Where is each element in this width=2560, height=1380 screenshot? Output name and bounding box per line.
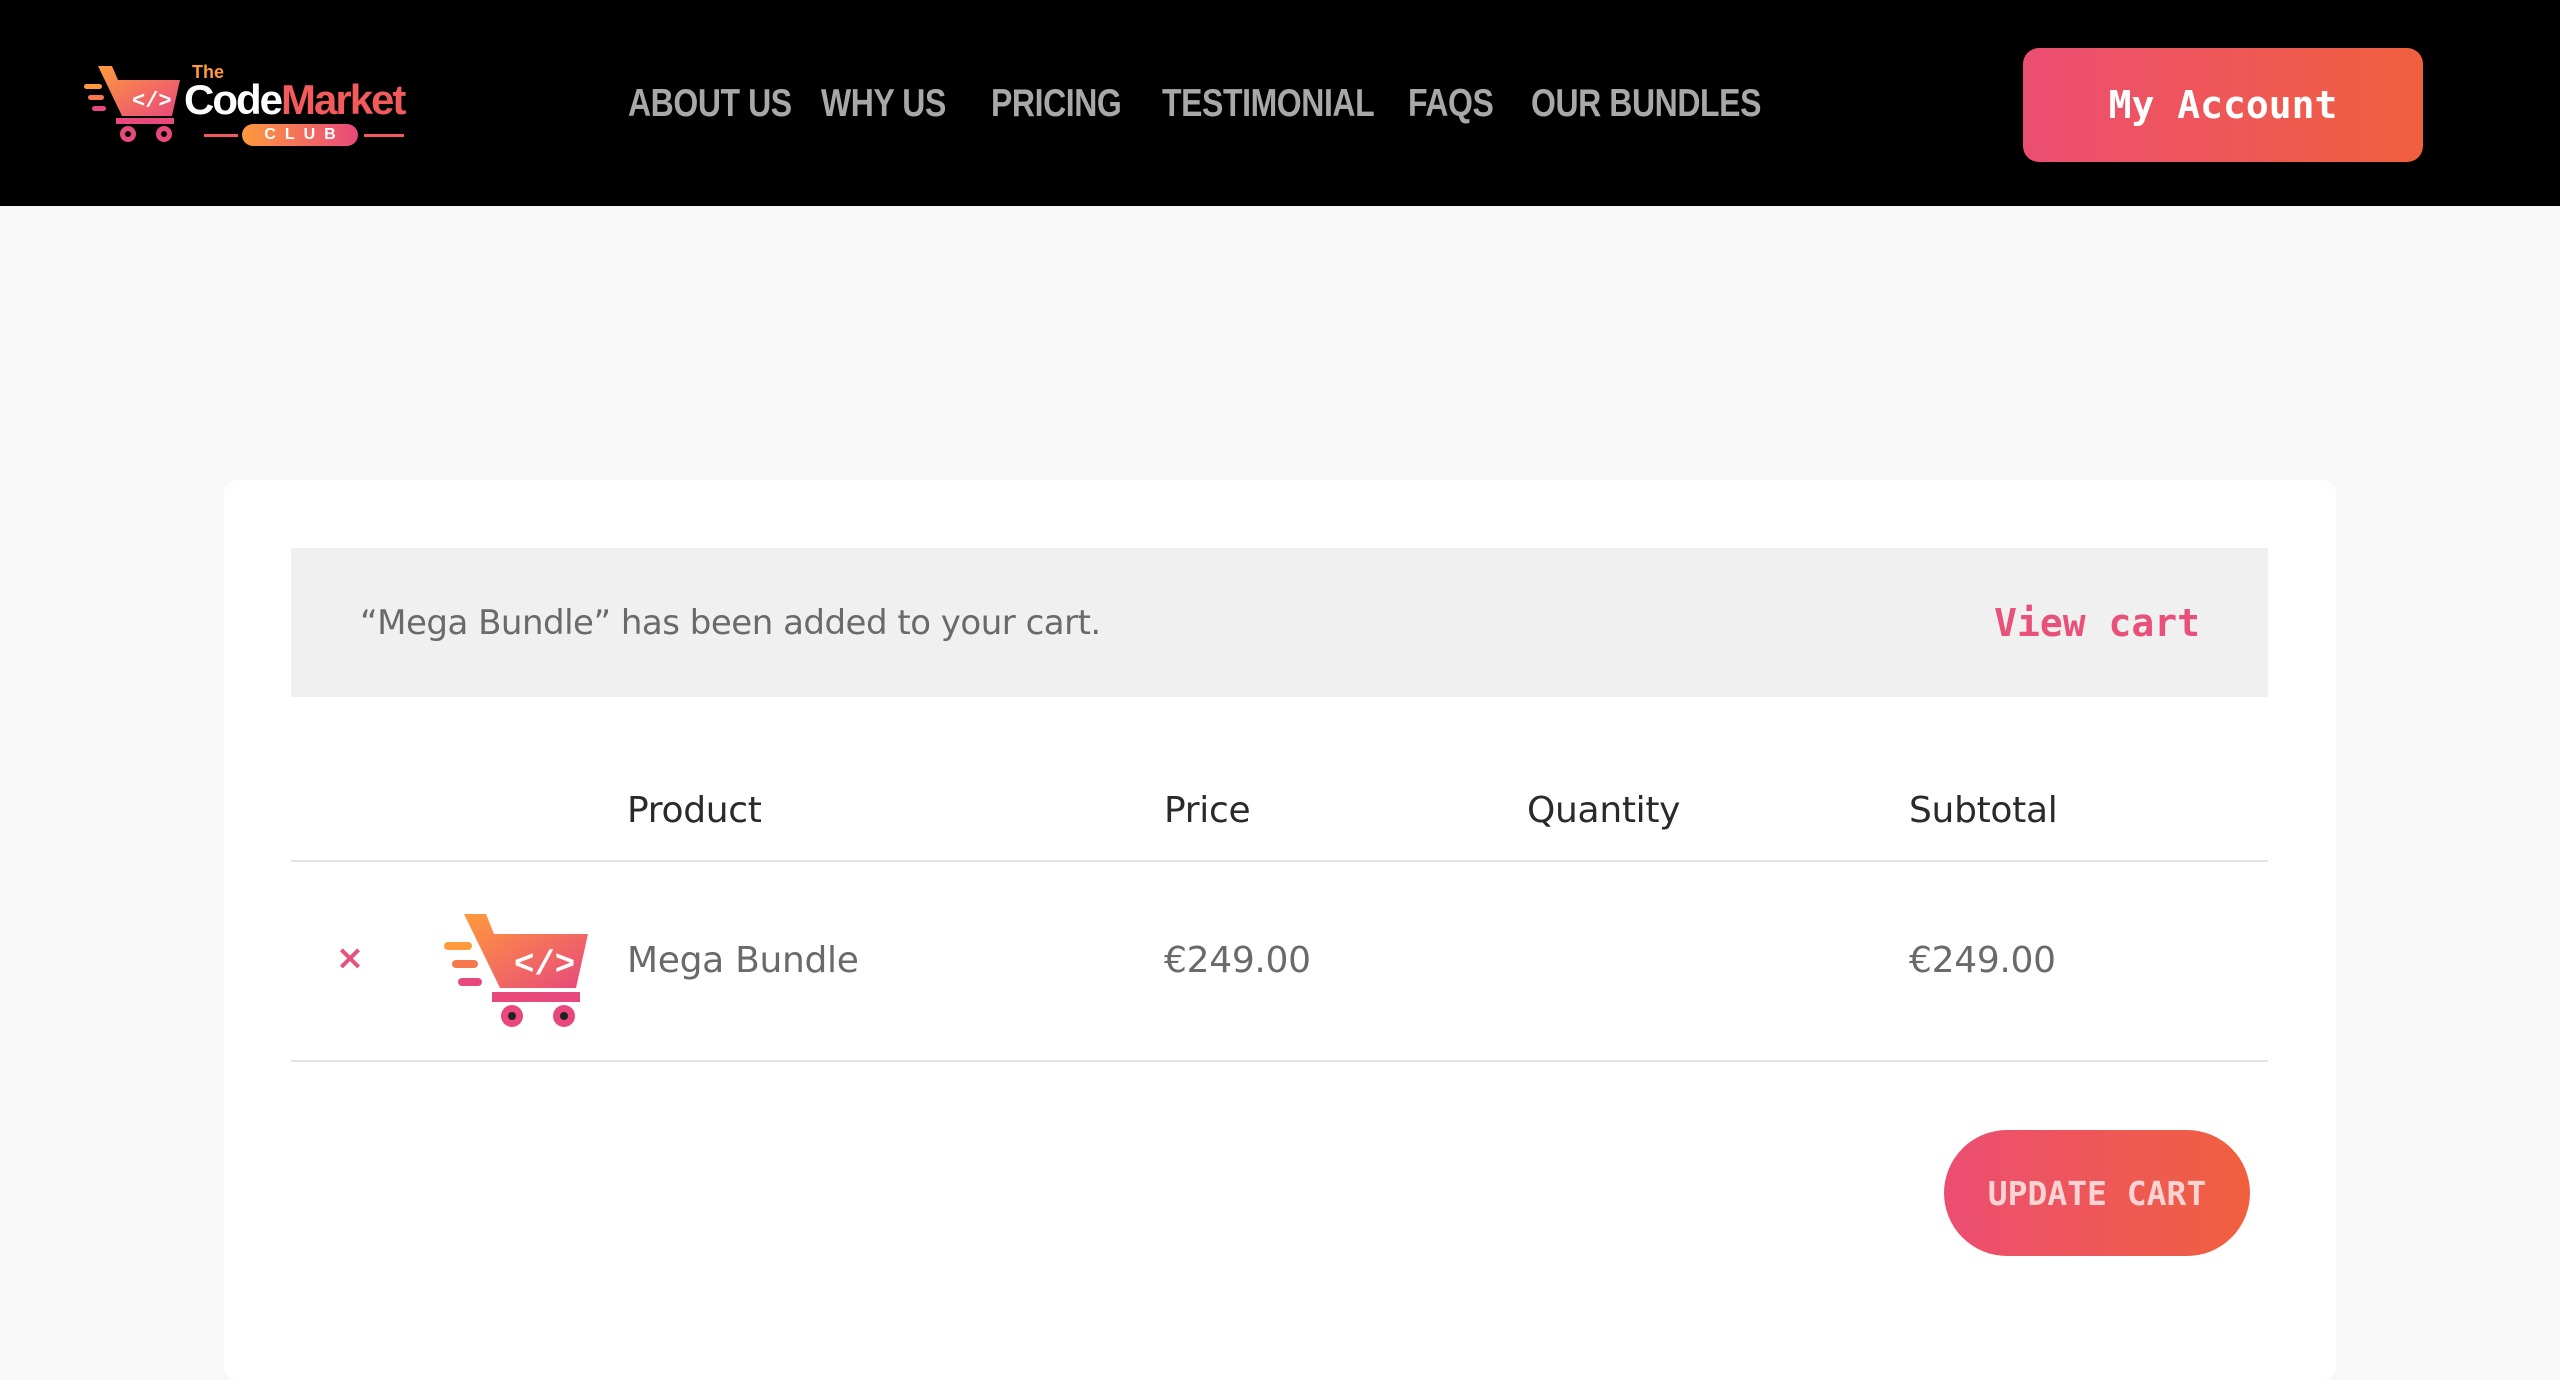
logo-market-text: Market [281, 76, 406, 123]
svg-text:</>: </> [132, 89, 172, 114]
column-header-price: Price [1164, 790, 1251, 831]
product-subtotal: €249.00 [1909, 940, 2056, 981]
product-name-link[interactable]: Mega Bundle [627, 940, 859, 981]
update-cart-button[interactable]: UPDATE CART [1944, 1130, 2250, 1256]
cart-notice-message: “Mega Bundle” has been added to your car… [360, 602, 1101, 643]
site-logo[interactable]: </> The CodeMarket CLUB [84, 58, 414, 148]
logo-divider-left [204, 134, 238, 137]
logo-club-badge: CLUB [242, 124, 358, 146]
column-header-quantity: Quantity [1527, 790, 1681, 831]
remove-item-icon[interactable]: × [334, 941, 366, 975]
nav-about-us[interactable]: ABOUT US [628, 82, 792, 126]
logo-divider-right [364, 134, 404, 137]
svg-text:</>: </> [514, 947, 575, 985]
product-price: €249.00 [1164, 940, 1311, 981]
nav-pricing[interactable]: PRICING [991, 82, 1131, 126]
main-nav: ABOUT US WHY US PRICING TESTIMONIAL FAQS… [628, 74, 1761, 134]
cart-card: “Mega Bundle” has been added to your car… [224, 480, 2336, 1380]
nav-faqs[interactable]: FAQS [1408, 82, 1509, 126]
logo-code-text: Code [184, 76, 283, 123]
column-header-product: Product [627, 790, 762, 831]
table-header-divider [291, 860, 2268, 862]
view-cart-link[interactable]: View cart [1994, 548, 2200, 697]
my-account-button[interactable]: My Account [2023, 48, 2423, 162]
cart-code-icon[interactable]: </> [442, 910, 594, 1032]
cart-notice: “Mega Bundle” has been added to your car… [291, 548, 2268, 697]
cart-code-icon: </> [84, 66, 180, 142]
nav-why-us[interactable]: WHY US [821, 82, 960, 126]
column-header-subtotal: Subtotal [1909, 790, 2058, 831]
logo-wordmark: CodeMarket [184, 76, 406, 124]
nav-our-bundles[interactable]: OUR BUNDLES [1531, 82, 1761, 126]
site-header: </> The CodeMarket CLUB ABOUT US WHY US … [0, 0, 2560, 206]
table-row-divider [291, 1060, 2268, 1062]
nav-testimonial[interactable]: TESTIMONIAL [1162, 82, 1375, 126]
